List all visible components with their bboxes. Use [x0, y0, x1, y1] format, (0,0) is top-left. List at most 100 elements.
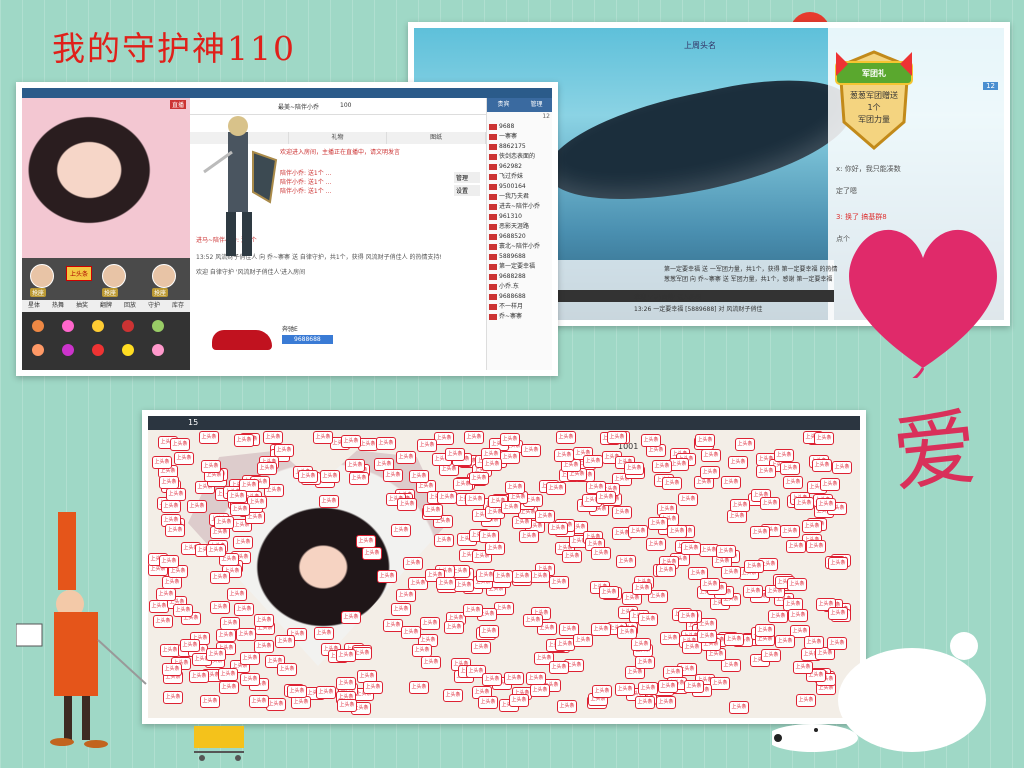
- rank-badge-icon: [489, 243, 497, 250]
- headline-tile: 上头条: [218, 668, 238, 681]
- list-item[interactable]: 不一样月: [489, 302, 551, 312]
- tab-vip[interactable]: 贵宾: [487, 98, 520, 112]
- tab-lottery[interactable]: 抽奖: [70, 300, 94, 312]
- list-item[interactable]: 9688688: [489, 292, 551, 302]
- headline-tile: 上头条: [230, 503, 250, 516]
- avatar[interactable]: [152, 264, 176, 288]
- headline-tile: 上头条: [409, 681, 429, 694]
- gift-icon[interactable]: [122, 320, 134, 332]
- headline-tile: 上头条: [341, 435, 361, 448]
- headline-button[interactable]: 上头条: [66, 266, 93, 281]
- gift-icon[interactable]: [32, 344, 44, 356]
- tab-flip[interactable]: 翻牌: [94, 300, 118, 312]
- list-item[interactable]: 恶影天涯路: [489, 222, 551, 232]
- headline-tile: 上头条: [721, 476, 741, 489]
- headline-tile: 上头条: [227, 588, 247, 601]
- gift-icon[interactable]: [152, 320, 164, 332]
- headline-tile: 上头条: [530, 684, 550, 697]
- headline-tile: 上头条: [700, 466, 720, 479]
- host-count: 100: [340, 102, 352, 109]
- list-item[interactable]: 9500164: [489, 182, 551, 192]
- headline-tile: 上头条: [469, 472, 489, 485]
- headline-tile: 上头条: [684, 680, 704, 693]
- headline-tile: 上头条: [667, 525, 687, 538]
- rank-badge-icon: [489, 253, 497, 260]
- list-item[interactable]: 9688: [489, 122, 551, 132]
- list-item[interactable]: 961310: [489, 212, 551, 222]
- gift-icon[interactable]: [92, 344, 104, 356]
- headline-tile: 上头条: [660, 632, 680, 645]
- gift-icon[interactable]: [152, 344, 164, 356]
- headline-tile: 上头条: [646, 538, 666, 551]
- headline-tile: 上头条: [652, 460, 672, 473]
- headline-tile: 上头条: [199, 431, 219, 444]
- tab-star[interactable]: 星体: [22, 300, 46, 312]
- settings-button[interactable]: 设置: [454, 185, 480, 196]
- headline-tile: 上头条: [794, 497, 814, 510]
- headline-tile: 上头条: [249, 695, 269, 708]
- tab-stock[interactable]: 库存: [166, 300, 190, 312]
- list-item[interactable]: 乔~寨寨: [489, 312, 551, 322]
- list-item[interactable]: 第一定要幸福: [489, 262, 551, 272]
- headline-tile: 上头条: [336, 677, 356, 690]
- gift-icon[interactable]: [92, 320, 104, 332]
- tab-replay[interactable]: 回放: [118, 300, 142, 312]
- badge-title: 军团礼: [862, 69, 886, 78]
- headline-tile: 上头条: [760, 497, 780, 510]
- headline-tile: 上头条: [743, 585, 763, 598]
- gift-icon[interactable]: [32, 320, 44, 332]
- tab-gift[interactable]: 礼物: [289, 132, 388, 144]
- list-item[interactable]: 8862175: [489, 142, 551, 152]
- headline-tile: 上头条: [482, 458, 502, 471]
- headline-tile: 上头条: [669, 458, 689, 471]
- headline-tile: 上头条: [396, 451, 416, 464]
- headline-tile: 上头条: [421, 656, 441, 669]
- avatar[interactable]: [30, 264, 54, 288]
- list-item[interactable]: 9688520: [489, 232, 551, 242]
- headline-tile: 上头条: [500, 433, 520, 446]
- tab-guard[interactable]: 守护: [142, 300, 166, 312]
- list-item[interactable]: 进去~陪伴小乔: [489, 202, 551, 212]
- headline-tile: 上头条: [434, 534, 454, 547]
- headline-tile: 上头条: [721, 659, 741, 672]
- list-item[interactable]: 962982: [489, 162, 551, 172]
- list-item[interactable]: 一我乃夫君: [489, 192, 551, 202]
- avatar[interactable]: [102, 264, 126, 288]
- headline-tile: 上头条: [638, 682, 658, 695]
- headline-tile: 上头条: [820, 478, 840, 491]
- gift-icon[interactable]: [62, 320, 74, 332]
- live-tag: 直播: [169, 100, 186, 109]
- list-item[interactable]: 小乔.东: [489, 282, 551, 292]
- list-item[interactable]: 一寨寨: [489, 132, 551, 142]
- headline-tile: 上头条: [159, 476, 179, 489]
- gift-icon[interactable]: [122, 344, 134, 356]
- viewer-list-panel: 贵宾 管理 12 9688 一寨寨 8862175 侠剑恋表面的 962982 飞过乔妹 9…: [486, 98, 552, 370]
- headline-tile: 上头条: [479, 530, 499, 543]
- manage-button[interactable]: 管理: [454, 172, 480, 183]
- list-item[interactable]: 侠剑恋表面的: [489, 152, 551, 162]
- headline-tile: 上头条: [557, 700, 577, 713]
- tab-admin[interactable]: 管理: [520, 98, 552, 112]
- headline-tile: 上头条: [437, 491, 457, 504]
- polar-bear-illustration: [772, 632, 986, 752]
- list-item[interactable]: 寰北~陪伴小乔: [489, 242, 551, 252]
- headline-tile: 上头条: [464, 431, 484, 444]
- gift-icon[interactable]: [62, 344, 74, 356]
- host-name: 最美~陪伴小乔: [278, 104, 320, 111]
- list-item[interactable]: 9688288: [489, 272, 551, 282]
- count-badge: 12: [983, 82, 998, 90]
- headline-tile: 上头条: [724, 633, 744, 646]
- headline-tile: 上头条: [298, 470, 318, 483]
- headline-tile: 上头条: [152, 456, 172, 469]
- top-bar: 15 1001: [148, 416, 860, 451]
- headline-tile: 上头条: [607, 431, 627, 444]
- list-item[interactable]: 飞过乔妹: [489, 172, 551, 182]
- headline-tile: 上头条: [362, 547, 382, 560]
- tab-drawing[interactable]: 图纸: [387, 132, 487, 144]
- tab-dance[interactable]: 热舞: [46, 300, 70, 312]
- headline-tile: 上头条: [816, 498, 836, 511]
- list-item[interactable]: 5889688: [489, 252, 551, 262]
- rank-badge-icon: [489, 273, 497, 280]
- headline-tile: 上头条: [656, 696, 676, 709]
- list-item-label: 进去~陪伴小乔: [499, 203, 541, 210]
